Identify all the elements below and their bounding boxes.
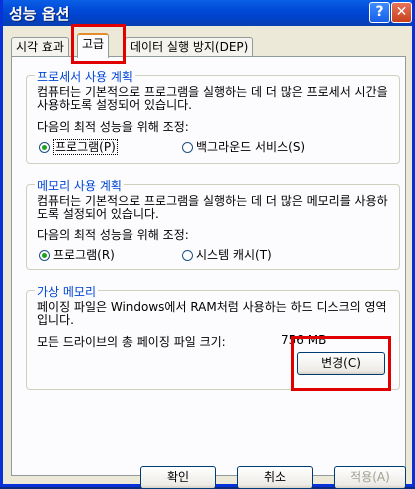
close-button[interactable]: ✕ xyxy=(391,2,412,23)
memory-adjust-label: 다음의 최적 성능을 위해 조정: xyxy=(37,228,189,242)
processor-description: 컴퓨터는 기본적으로 프로그램을 실행하는 데 더 많은 프로세서 시간을 사용… xyxy=(37,85,388,112)
processor-adjust-label: 다음의 최적 성능을 위해 조정: xyxy=(37,120,189,134)
memory-description: 컴퓨터는 기본적으로 프로그램을 실행하는 데 더 많은 메모리를 사용하도록 … xyxy=(37,194,388,221)
cancel-button[interactable]: 취소 xyxy=(237,466,313,489)
radio-unselected-icon xyxy=(182,250,193,261)
tab-visual-effects[interactable]: 시각 효과 xyxy=(11,37,69,57)
virtual-memory-title: 가상 메모리 xyxy=(35,283,99,300)
help-button[interactable]: ? xyxy=(369,2,390,23)
processor-programs-label: 프로그램(P) xyxy=(53,139,118,155)
memory-usage-title: 메모리 사용 계획 xyxy=(35,177,124,194)
virtual-memory-description: 페이징 파일은 Windows에서 RAM처럼 사용하는 하드 디스크의 영역입… xyxy=(37,300,387,327)
radio-selected-icon xyxy=(39,250,50,261)
tab-advanced[interactable]: 고급 xyxy=(77,33,110,58)
tab-panel-advanced: 프로세서 사용 계획 컴퓨터는 기본적으로 프로그램을 실행하는 데 더 많은 … xyxy=(11,56,406,476)
processor-services-label: 백그라운드 서비스(S) xyxy=(196,140,306,154)
processor-programs-radio[interactable]: 프로그램(P) xyxy=(39,138,118,155)
ok-button[interactable]: 확인 xyxy=(140,466,216,489)
tab-dep[interactable]: 데이터 실행 방지(DEP) xyxy=(125,37,254,57)
apply-button[interactable]: 적용(A) xyxy=(334,466,406,489)
paging-file-total-label: 모든 드라이브의 총 페이징 파일 크기: xyxy=(37,335,226,349)
radio-selected-icon xyxy=(39,142,50,153)
memory-programs-label: 프로그램(R) xyxy=(53,248,115,262)
processor-scheduling-group: 프로세서 사용 계획 컴퓨터는 기본적으로 프로그램을 실행하는 데 더 많은 … xyxy=(26,68,400,164)
processor-services-radio[interactable]: 백그라운드 서비스(S) xyxy=(182,138,305,155)
memory-usage-group: 메모리 사용 계획 컴퓨터는 기본적으로 프로그램을 실행하는 데 더 많은 메… xyxy=(26,177,400,270)
memory-cache-label: 시스템 캐시(T) xyxy=(196,248,272,262)
window-title: 성능 옵션 xyxy=(9,5,70,23)
highlight-box-change-button xyxy=(291,336,391,391)
radio-unselected-icon xyxy=(182,142,193,153)
performance-options-window: 성능 옵션 ? ✕ 시각 효과 고급 데이터 실행 방지(DEP) 프로세서 사… xyxy=(0,0,415,489)
memory-cache-radio[interactable]: 시스템 캐시(T) xyxy=(182,246,272,263)
title-bar[interactable]: 성능 옵션 ? ✕ xyxy=(3,0,412,26)
processor-scheduling-title: 프로세서 사용 계획 xyxy=(35,68,135,85)
memory-programs-radio[interactable]: 프로그램(R) xyxy=(39,246,115,263)
